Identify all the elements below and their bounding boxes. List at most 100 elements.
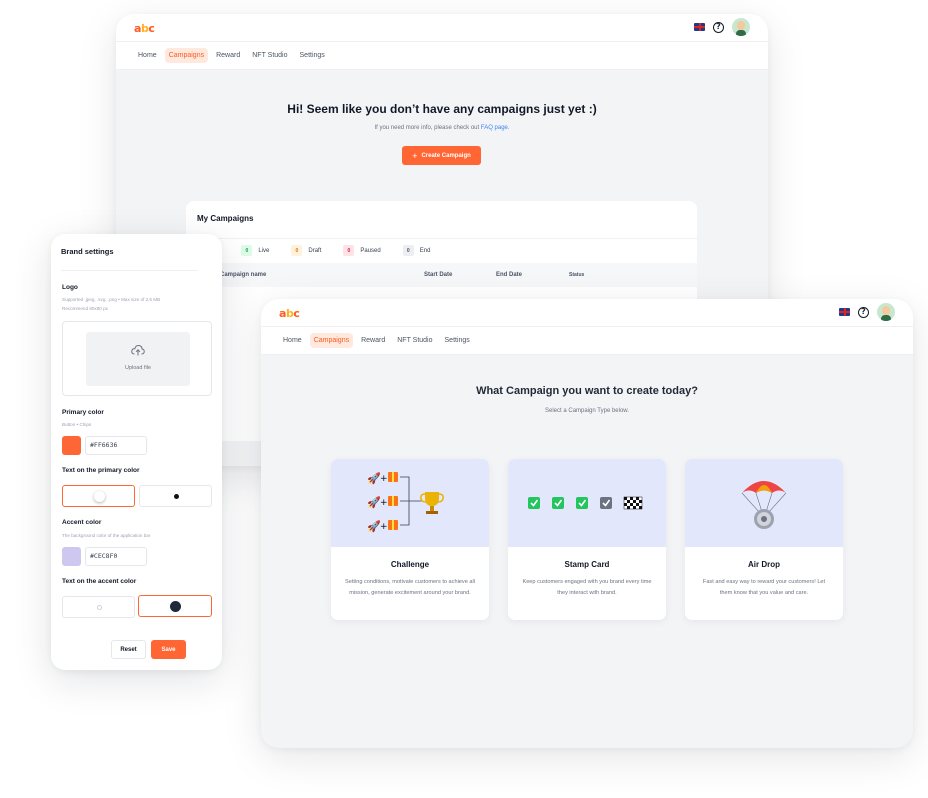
column-status[interactable]: Status	[569, 272, 584, 278]
svg-text:+: +	[380, 498, 388, 508]
empty-state-title: Hi! Seem like you don’t have any campaig…	[287, 102, 597, 116]
primary-color-swatch[interactable]	[62, 436, 81, 455]
text-on-accent-label: Text on the accent color	[62, 578, 137, 585]
divider	[61, 270, 198, 271]
nav-settings[interactable]: Settings	[441, 333, 474, 348]
help-icon[interactable]: ?	[858, 306, 869, 318]
uk-flag-icon[interactable]	[694, 23, 705, 31]
empty-state-subtitle: If you need more info, please check out …	[116, 125, 768, 131]
checkmarks-flag-icon	[528, 496, 643, 510]
campaign-card-stamp-card[interactable]: Stamp Card Keep customers engaged with y…	[508, 459, 666, 620]
tab-count: 0	[291, 245, 303, 256]
tab-label: Draft	[308, 247, 322, 254]
card-description: Keep customers engaged with you brand ev…	[522, 579, 652, 596]
my-campaigns-title: My Campaigns	[197, 214, 254, 223]
card-description: Fast and easy way to reward your custome…	[702, 579, 826, 596]
create-campaign-button[interactable]: + Create Campaign	[402, 146, 481, 165]
logo-letter: c	[293, 307, 300, 320]
main-nav: Home Campaigns Reward NFT Studio Setting…	[116, 42, 768, 70]
top-bar: abc ?	[116, 14, 768, 42]
primary-color-hint: Button • Chips	[62, 422, 92, 427]
logo-letter: a	[279, 307, 286, 320]
accent-color-input[interactable]: #CEC8F0	[85, 547, 147, 566]
logo-letter: c	[148, 22, 155, 35]
create-campaign-subtitle: Select a Campaign Type below.	[545, 408, 629, 414]
card-description: Setting conditions, motivate customers t…	[345, 579, 475, 596]
nav-campaigns[interactable]: Campaigns	[164, 48, 209, 63]
parachute-coin-icon	[741, 481, 787, 529]
challenge-illustration: 🚀 + 🚀 + 🚀 +	[331, 459, 489, 547]
tab-paused[interactable]: 0 Paused	[343, 245, 381, 256]
svg-text:+: +	[380, 474, 388, 484]
avatar[interactable]	[877, 303, 895, 321]
tab-live[interactable]: 0 Live	[241, 245, 269, 256]
app-logo[interactable]: abc	[279, 307, 300, 320]
white-color-dot-icon	[97, 605, 102, 610]
uk-flag-icon[interactable]	[839, 308, 850, 316]
nav-nft-studio[interactable]: NFT Studio	[393, 333, 436, 348]
campaign-status-tabs: 1 0 Live 0 Draft 0 Paused 0 End	[186, 238, 697, 262]
main-nav: Home Campaigns Reward NFT Studio Setting…	[261, 327, 913, 355]
create-campaign-title: What Campaign you want to create today?	[476, 385, 698, 397]
card-title: Air Drop	[748, 560, 780, 569]
text-on-primary-white-option[interactable]	[62, 485, 135, 507]
air-drop-illustration	[685, 459, 843, 547]
logo-hint: Supported .jpeg, .svg, .png • Max size o…	[62, 297, 161, 302]
app-logo[interactable]: abc	[134, 22, 155, 35]
text-on-accent-black-option[interactable]	[138, 595, 212, 617]
upload-file-label: Upload file	[125, 365, 151, 371]
tab-end[interactable]: 0 End	[402, 245, 430, 256]
nav-nft-studio[interactable]: NFT Studio	[248, 48, 291, 63]
faq-link[interactable]: FAQ page.	[481, 125, 510, 131]
tab-count: 0	[343, 245, 355, 256]
tab-label: Paused	[360, 247, 381, 254]
text-on-accent-white-option[interactable]	[62, 596, 135, 618]
avatar[interactable]	[732, 18, 750, 36]
campaign-card-challenge[interactable]: 🚀 + 🚀 + 🚀 + Challenge Setting conditions…	[331, 459, 489, 620]
tab-count: 0	[402, 245, 414, 256]
svg-text:🚀: 🚀	[367, 496, 381, 509]
svg-text:🚀: 🚀	[367, 520, 381, 533]
column-end-date[interactable]: End Date	[496, 272, 522, 278]
top-bar: abc ?	[261, 299, 913, 327]
help-icon[interactable]: ?	[713, 21, 724, 33]
nav-reward[interactable]: Reward	[357, 333, 389, 348]
text-on-primary-black-option[interactable]	[139, 485, 212, 507]
black-color-dot-icon	[170, 601, 181, 612]
campaign-card-air-drop[interactable]: Air Drop Fast and easy way to reward you…	[685, 459, 843, 620]
cloud-upload-icon	[131, 344, 145, 356]
primary-color-label: Primary color	[62, 409, 104, 416]
text-on-primary-label: Text on the primary color	[62, 467, 140, 474]
primary-color-input[interactable]: #FF6636	[85, 436, 147, 455]
brand-settings-title: Brand settings	[61, 247, 114, 256]
save-button[interactable]: Save	[151, 640, 186, 659]
nav-reward[interactable]: Reward	[212, 48, 244, 63]
svg-text:🚀: 🚀	[367, 472, 381, 485]
logo-upload-box: Upload file	[62, 321, 212, 396]
upload-file-button[interactable]: Upload file	[86, 332, 190, 386]
logo-size-hint: Recommend 80x80 px	[62, 306, 108, 311]
brand-settings-panel: Brand settings Logo Supported .jpeg, .sv…	[51, 234, 222, 670]
column-campaign-name[interactable]: Campaign name	[220, 272, 266, 278]
reset-button[interactable]: Reset	[111, 640, 146, 659]
create-campaign-label: Create Campaign	[421, 152, 471, 159]
tab-draft[interactable]: 0 Draft	[291, 245, 321, 256]
rocket-gift-trophy-icon: 🚀 + 🚀 + 🚀 +	[367, 472, 444, 533]
stamp-card-illustration	[508, 459, 666, 547]
accent-color-hint: The background color of the application …	[62, 533, 151, 538]
logo-label: Logo	[62, 284, 78, 291]
column-start-date[interactable]: Start Date	[424, 272, 452, 278]
tab-label: Live	[258, 247, 270, 254]
nav-settings[interactable]: Settings	[296, 48, 329, 63]
accent-color-label: Accent color	[62, 519, 102, 526]
tab-count: 0	[241, 245, 253, 256]
accent-color-swatch[interactable]	[62, 547, 81, 566]
svg-text:+: +	[380, 522, 388, 532]
nav-home[interactable]: Home	[279, 333, 306, 348]
nav-campaigns[interactable]: Campaigns	[309, 333, 354, 348]
white-color-dot-icon	[94, 491, 105, 502]
card-title: Challenge	[390, 560, 430, 569]
logo-letter: a	[134, 22, 141, 35]
nav-home[interactable]: Home	[134, 48, 161, 63]
campaign-table-header: Campaign name Start Date End Date Status	[186, 263, 697, 287]
